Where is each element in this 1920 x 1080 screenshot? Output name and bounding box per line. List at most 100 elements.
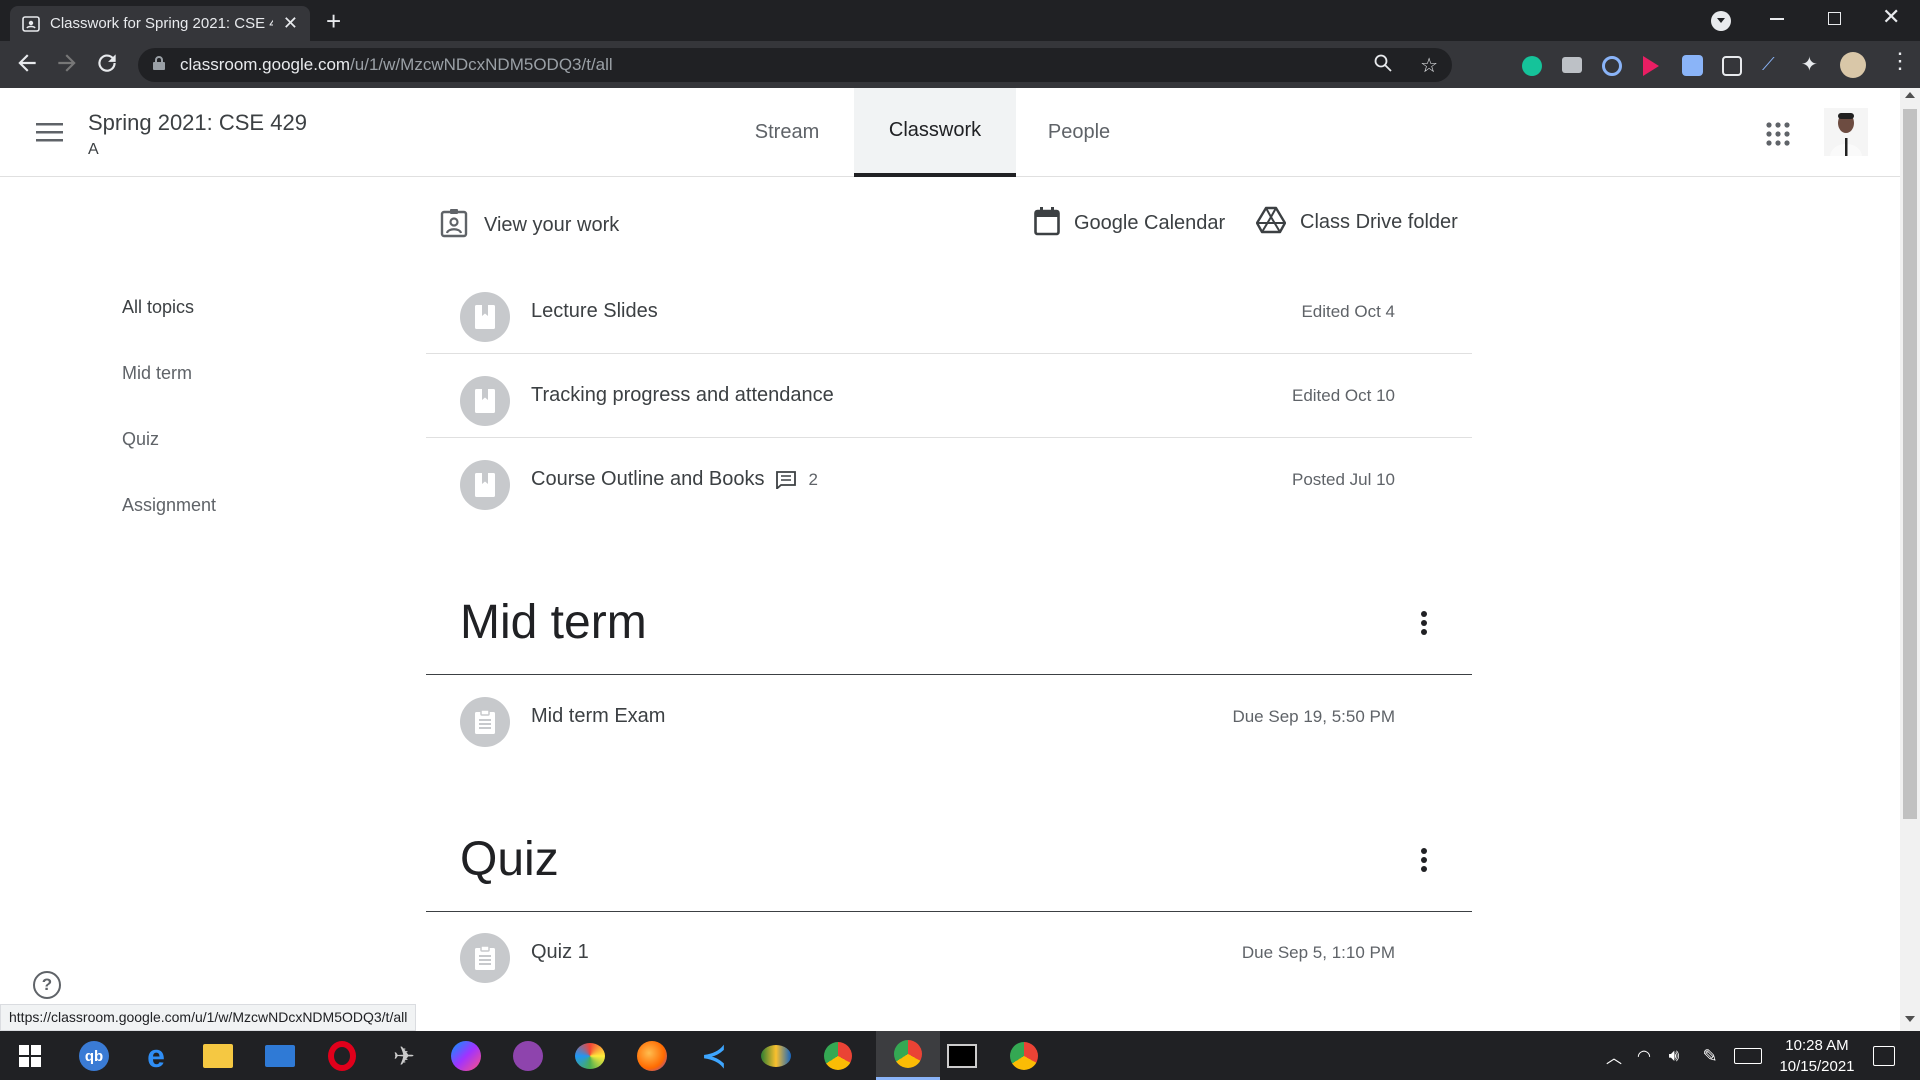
opera-icon[interactable] [322,1036,362,1076]
classroom-favicon-icon [22,15,40,33]
section-title-quiz: Quiz [460,833,559,886]
scrollbar-thumb[interactable] [1903,109,1917,819]
material-icon [460,376,510,426]
paint-app-icon[interactable] [570,1036,610,1076]
edge-dev-icon[interactable] [756,1036,796,1076]
windows-start-icon[interactable] [10,1036,50,1076]
class-title[interactable]: Spring 2021: CSE 429 [88,110,307,136]
topic-all-topics[interactable]: All topics [122,297,194,318]
extensions-puzzle-icon[interactable]: ✦ [1801,52,1818,77]
firefox-icon[interactable] [632,1036,672,1076]
forward-icon[interactable] [54,50,80,81]
download-extension-icon[interactable] [1682,55,1703,76]
assignment-row[interactable]: Quiz 1 Due Sep 5, 1:10 PM [426,911,1472,995]
drive-icon [1255,206,1287,239]
calendar-icon [1034,206,1060,241]
class-section: A [88,141,99,158]
camera-extension-icon[interactable] [1562,57,1582,73]
material-icon [460,460,510,510]
address-bar[interactable]: classroom.google.com/u/1/w/MzcwNDcxNDM5O… [138,48,1452,82]
comment-icon [776,470,797,489]
view-your-work-link[interactable]: View your work [440,208,619,243]
material-title: Lecture Slides [531,300,658,322]
material-row[interactable]: Course Outline and Books 2 Posted Jul 10 [426,438,1472,522]
tab-people-label: People [1047,121,1111,143]
back-icon[interactable] [14,50,40,81]
link-status-bar: https://classroom.google.com/u/1/w/MzcwN… [0,1004,417,1031]
material-title: Course Outline and Books 2 [531,468,818,491]
material-title: Tracking progress and attendance [531,384,834,406]
clock-time: 10:28 AM [1785,1037,1849,1054]
close-window-icon[interactable]: ✕ [1882,4,1900,30]
comment-count: 2 [808,469,818,489]
url-host: classroom.google.com [180,55,351,74]
chrome-icon[interactable] [818,1036,858,1076]
chrome-active-icon[interactable] [876,1031,940,1080]
browser-tab[interactable]: Classwork for Spring 2021: CSE 4 ✕ [10,6,310,41]
scroll-down-icon[interactable] [1905,1016,1915,1022]
google-calendar-label: Google Calendar [1074,212,1226,234]
user-avatar[interactable] [1824,108,1868,156]
google-calendar-link[interactable]: Google Calendar [1034,206,1225,241]
zoom-icon[interactable] [1374,54,1392,77]
close-tab-icon[interactable]: ✕ [283,13,298,34]
material-row[interactable]: Lecture Slides Edited Oct 4 [426,270,1472,354]
material-icon [460,292,510,342]
scroll-up-icon[interactable] [1905,92,1915,98]
topic-mid-term[interactable]: Mid term [122,363,192,384]
more-options-icon[interactable] [1420,847,1428,878]
edge-icon[interactable]: e [136,1036,176,1076]
satellite-app-icon[interactable]: ✈ [384,1036,424,1076]
new-tab-icon[interactable]: + [326,6,341,37]
play-extension-icon[interactable] [1643,56,1659,76]
browser-menu-icon[interactable]: ⋮ [1889,50,1911,72]
pen-extension-icon[interactable]: ⟋ [1762,54,1775,75]
bookmark-star-icon[interactable]: ☆ [1420,53,1438,78]
google-apps-icon[interactable] [1766,122,1790,151]
pen-workspace-icon[interactable]: ✎ [1690,1036,1730,1076]
material-date: Posted Jul 10 [1291,470,1395,489]
assignment-icon [460,697,510,747]
assignment-ind-icon [440,208,468,243]
extension-icon[interactable] [1602,56,1622,76]
profile-avatar-icon[interactable] [1840,52,1866,78]
help-icon[interactable]: ? [33,971,61,999]
vscode-icon[interactable]: ≺ [694,1036,734,1076]
keyboard-icon[interactable] [1728,1036,1768,1076]
assignment-row[interactable]: Mid term Exam Due Sep 19, 5:50 PM [426,675,1472,759]
tab-stream[interactable]: Stream [738,88,836,177]
topic-assignment[interactable]: Assignment [122,495,216,516]
tab-people[interactable]: People [1034,88,1124,177]
class-drive-folder-label: Class Drive folder [1300,211,1458,233]
messenger-icon[interactable] [446,1036,486,1076]
grammarly-icon[interactable] [1522,56,1542,76]
tab-search-icon[interactable] [1711,11,1731,31]
tab-classwork[interactable]: Classwork [854,88,1016,177]
github-desktop-icon[interactable] [508,1036,548,1076]
terminal-icon[interactable] [942,1036,982,1076]
restore-icon[interactable] [1828,12,1841,25]
chrome-profile-icon[interactable] [1004,1036,1044,1076]
topic-quiz[interactable]: Quiz [122,429,159,450]
class-drive-folder-link[interactable]: Class Drive folder [1255,206,1458,239]
main-menu-icon[interactable] [36,122,63,147]
notifications-icon[interactable] [1864,1036,1904,1076]
material-row[interactable]: Tracking progress and attendance Edited … [426,354,1472,438]
reload-icon[interactable] [94,50,120,81]
view-your-work-label: View your work [484,214,620,236]
more-options-icon[interactable] [1420,610,1428,641]
assignment-due: Due Sep 19, 5:50 PM [1232,707,1395,726]
material-title-text: Course Outline and Books [531,468,765,490]
mail-icon[interactable] [260,1036,300,1076]
material-date: Edited Oct 4 [1301,302,1395,321]
section-title-mid-term: Mid term [460,596,647,649]
assignment-due: Due Sep 5, 1:10 PM [1241,943,1395,962]
minimize-icon[interactable] [1770,18,1784,20]
screen-extension-icon[interactable] [1722,56,1742,76]
tab-title: Classwork for Spring 2021: CSE 4 [50,15,273,32]
volume-icon[interactable]: 🔊︎ [1654,1036,1694,1076]
file-explorer-icon[interactable] [198,1036,238,1076]
tab-classwork-label: Classwork [888,119,982,141]
taskbar-clock[interactable]: 10:28 AM 10/15/2021 [1772,1035,1862,1077]
qbittorrent-icon[interactable]: qb [74,1036,114,1076]
